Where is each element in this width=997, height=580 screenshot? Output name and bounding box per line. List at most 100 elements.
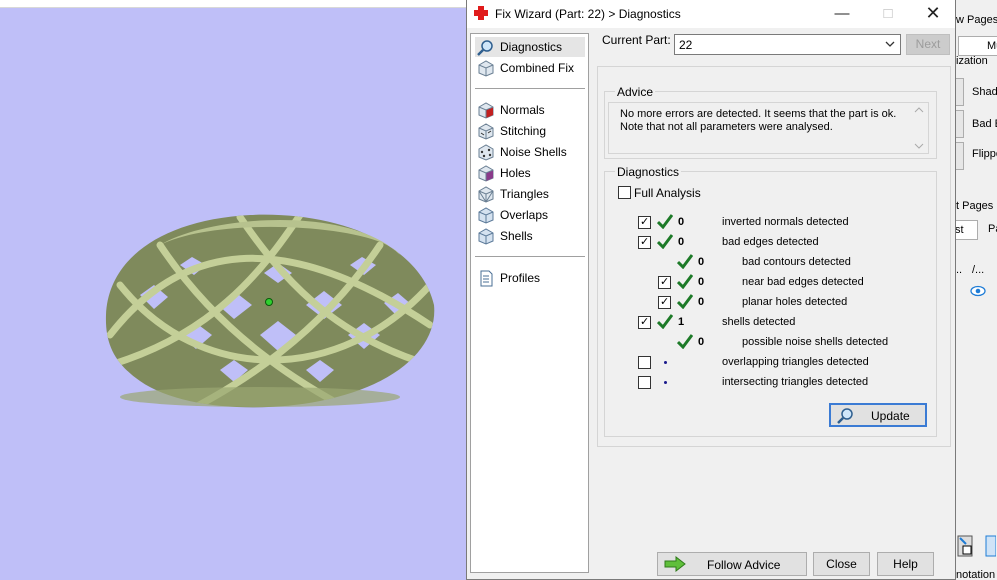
inverted-normals-count: 0 (678, 216, 685, 228)
noise-shells-count: 0 (698, 336, 705, 348)
green-check-icon (657, 314, 673, 329)
nav-item-holes[interactable]: Holes (475, 163, 585, 183)
help-button[interactable]: Help (877, 552, 934, 576)
green-check-icon (657, 214, 673, 229)
viewport-top-strip (0, 0, 466, 8)
bg-dropdown-3[interactable] (956, 142, 964, 170)
maximize-button[interactable]: □ (865, 0, 911, 28)
shells-cube-icon (478, 228, 494, 245)
update-button[interactable]: Update (829, 403, 927, 427)
bg-t-pages-label: t Pages (956, 200, 994, 212)
bg-tab-pa[interactable]: Pa (988, 223, 997, 235)
holes-cube-icon (478, 165, 494, 182)
green-check-icon (677, 334, 693, 349)
planar-holes-count: 0 (698, 296, 705, 308)
nav-item-profiles[interactable]: Profiles (475, 268, 585, 288)
planar-holes-checkbox[interactable]: ✓ (658, 296, 671, 309)
full-analysis-label: Full Analysis (634, 186, 701, 200)
bg-flipped-label: Flippe (972, 148, 997, 160)
bad-contours-count: 0 (698, 256, 705, 268)
window-title: Fix Wizard (Part: 22) > Diagnostics (495, 7, 681, 21)
triangles-cube-icon (478, 186, 494, 203)
full-analysis-checkbox[interactable] (618, 186, 631, 199)
nav-separator (475, 256, 585, 257)
current-part-value: 22 (679, 38, 693, 52)
status-dot (664, 381, 667, 384)
bg-annotation-label: notation (956, 569, 996, 580)
nav-item-overlaps[interactable]: Overlaps (475, 205, 585, 225)
shells-text: shells detected (722, 316, 796, 328)
eye-icon[interactable] (970, 285, 986, 297)
nav-item-shells[interactable]: Shells (475, 226, 585, 246)
bg-tab-st[interactable]: st (956, 220, 978, 240)
magnifier-icon (477, 40, 493, 56)
close-window-button[interactable]: ✕ (910, 0, 956, 28)
nav-item-noise-shells[interactable]: Noise Shells (475, 142, 585, 162)
intersecting-triangles-text: intersecting triangles detected (722, 376, 869, 388)
bg-slash: /... (972, 264, 985, 276)
minimize-button[interactable]: — (819, 0, 865, 28)
current-part-select[interactable]: 22 (674, 34, 901, 55)
combined-fix-cube-icon (478, 60, 494, 77)
planar-holes-text: planar holes detected (742, 296, 848, 308)
current-part-label: Current Part: (602, 33, 671, 47)
nav-item-diagnostics[interactable]: Diagnostics (475, 37, 585, 57)
noise-shells-text: possible noise shells detected (742, 336, 889, 348)
title-bar[interactable]: Fix Wizard (Part: 22) > Diagnostics — □ … (467, 0, 955, 28)
red-cross-icon (474, 6, 488, 20)
background-app-panel: w Pages Mu ization Shad Bad E Flippe t P… (955, 0, 997, 580)
nav-item-stitching[interactable]: Stitching (475, 121, 585, 141)
follow-advice-button[interactable]: Follow Advice (657, 552, 807, 576)
nav-item-combined-fix[interactable]: Combined Fix (475, 58, 585, 78)
bg-pages-label: w Pages (956, 14, 997, 26)
bad-edges-count: 0 (678, 236, 685, 248)
3d-viewport[interactable] (0, 0, 466, 580)
lattice-bowl-model[interactable] (100, 185, 440, 415)
bg-shade-label: Shad (972, 86, 997, 98)
advice-title: Advice (615, 85, 656, 99)
bg-tab[interactable]: Mu (958, 36, 997, 56)
overlapping-triangles-checkbox[interactable] (638, 356, 651, 369)
overlaps-cube-icon (478, 207, 494, 224)
next-button[interactable]: Next (906, 34, 950, 55)
shells-count: 1 (678, 316, 685, 328)
green-check-icon (657, 234, 673, 249)
nav-item-normals[interactable]: Normals (475, 100, 585, 120)
bad-contours-text: bad contours detected (742, 256, 851, 268)
overlapping-triangles-text: overlapping triangles detected (722, 356, 869, 368)
advice-text: No more errors are detected. It seems th… (620, 108, 897, 133)
magnifier-icon (837, 408, 853, 424)
nav-item-triangles[interactable]: Triangles (475, 184, 585, 204)
advice-textbox: No more errors are detected. It seems th… (608, 102, 929, 154)
near-bad-edges-count: 0 (698, 276, 705, 288)
status-dot (664, 361, 667, 364)
profiles-document-icon (480, 270, 493, 287)
bg-dropdown-1[interactable] (956, 78, 964, 106)
bg-dots: .. (956, 264, 963, 276)
inverted-normals-text: inverted normals detected (722, 216, 849, 228)
green-arrow-icon (664, 556, 686, 572)
shells-checkbox[interactable]: ✓ (638, 316, 651, 329)
tool-icons[interactable] (956, 534, 996, 558)
bg-dropdown-2[interactable] (956, 110, 964, 138)
inverted-normals-checkbox[interactable]: ✓ (638, 216, 651, 229)
bg-bad-label: Bad E (972, 118, 997, 130)
green-check-icon (677, 294, 693, 309)
chevron-down-icon (885, 41, 895, 47)
wizard-nav: Diagnostics Combined Fix Normals Stitchi… (470, 33, 589, 573)
diagnostics-title: Diagnostics (615, 165, 682, 179)
green-check-icon (677, 254, 693, 269)
follow-advice-label: Follow Advice (707, 558, 781, 572)
near-bad-edges-checkbox[interactable]: ✓ (658, 276, 671, 289)
advice-scrollbar[interactable] (911, 104, 927, 152)
fix-wizard-dialog: Fix Wizard (Part: 22) > Diagnostics — □ … (466, 0, 956, 580)
bad-edges-checkbox[interactable]: ✓ (638, 236, 651, 249)
stitching-cube-icon (478, 123, 494, 140)
bg-ization-label: ization (956, 55, 988, 67)
bad-edges-text: bad edges detected (722, 236, 819, 248)
close-button[interactable]: Close (813, 552, 870, 576)
intersecting-triangles-checkbox[interactable] (638, 376, 651, 389)
update-label: Update (871, 409, 910, 423)
nav-separator (475, 88, 585, 89)
green-check-icon (677, 274, 693, 289)
